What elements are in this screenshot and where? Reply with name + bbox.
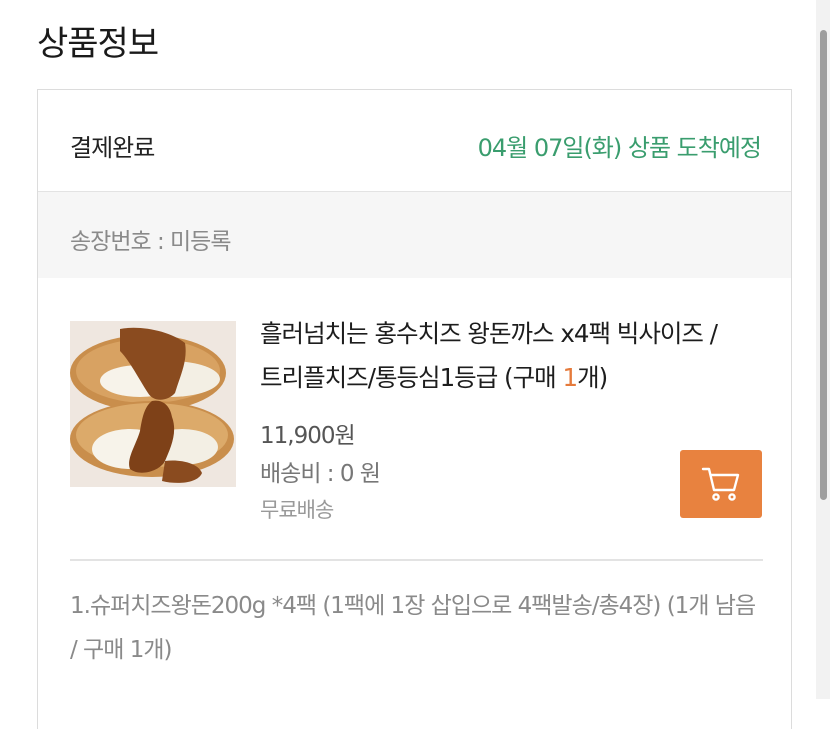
invoice-number: 송장번호 : 미등록: [70, 229, 231, 255]
tonkatsu-photo: [70, 321, 236, 487]
scrollbar[interactable]: [816, 0, 830, 699]
purchase-qty-prefix: (구매: [497, 363, 563, 392]
product-name[interactable]: 흘러넘치는 홍수치즈 왕돈까스 x4팩 빅사이즈 / 트리플치즈/통등심1등급 …: [260, 312, 765, 400]
shipping-fee: 배송비 : 0 원: [260, 461, 381, 487]
cart-icon: [701, 467, 740, 501]
add-to-cart-button[interactable]: [680, 450, 762, 518]
order-status-row: 결제완료 04월 07일(화) 상품 도착예정: [38, 90, 791, 192]
arrival-estimate: 04월 07일(화) 상품 도착예정: [477, 134, 762, 162]
divider: [70, 559, 763, 561]
option-detail: 1.슈퍼치즈왕돈200g *4팩 (1팩에 1장 삽입으로 4팩발송/총4장) …: [70, 593, 756, 663]
purchase-qty-suffix: 개): [577, 363, 608, 392]
section-title: 상품정보: [37, 24, 159, 64]
product-price: 11,900원: [260, 423, 356, 449]
shipping-type: 무료배송: [260, 498, 334, 522]
product-title: 흘러넘치는 홍수치즈 왕돈까스 x4팩 빅사이즈 / 트리플치즈/통등심1등급: [260, 319, 718, 392]
product-thumbnail[interactable]: [70, 321, 236, 487]
purchase-qty: 1: [562, 363, 578, 392]
payment-status: 결제완료: [70, 134, 155, 162]
invoice-row: 송장번호 : 미등록: [38, 192, 791, 278]
order-card: 결제완료 04월 07일(화) 상품 도착예정 송장번호 : 미등록 흘러넘치는…: [37, 89, 792, 729]
scrollbar-thumb[interactable]: [820, 30, 827, 500]
